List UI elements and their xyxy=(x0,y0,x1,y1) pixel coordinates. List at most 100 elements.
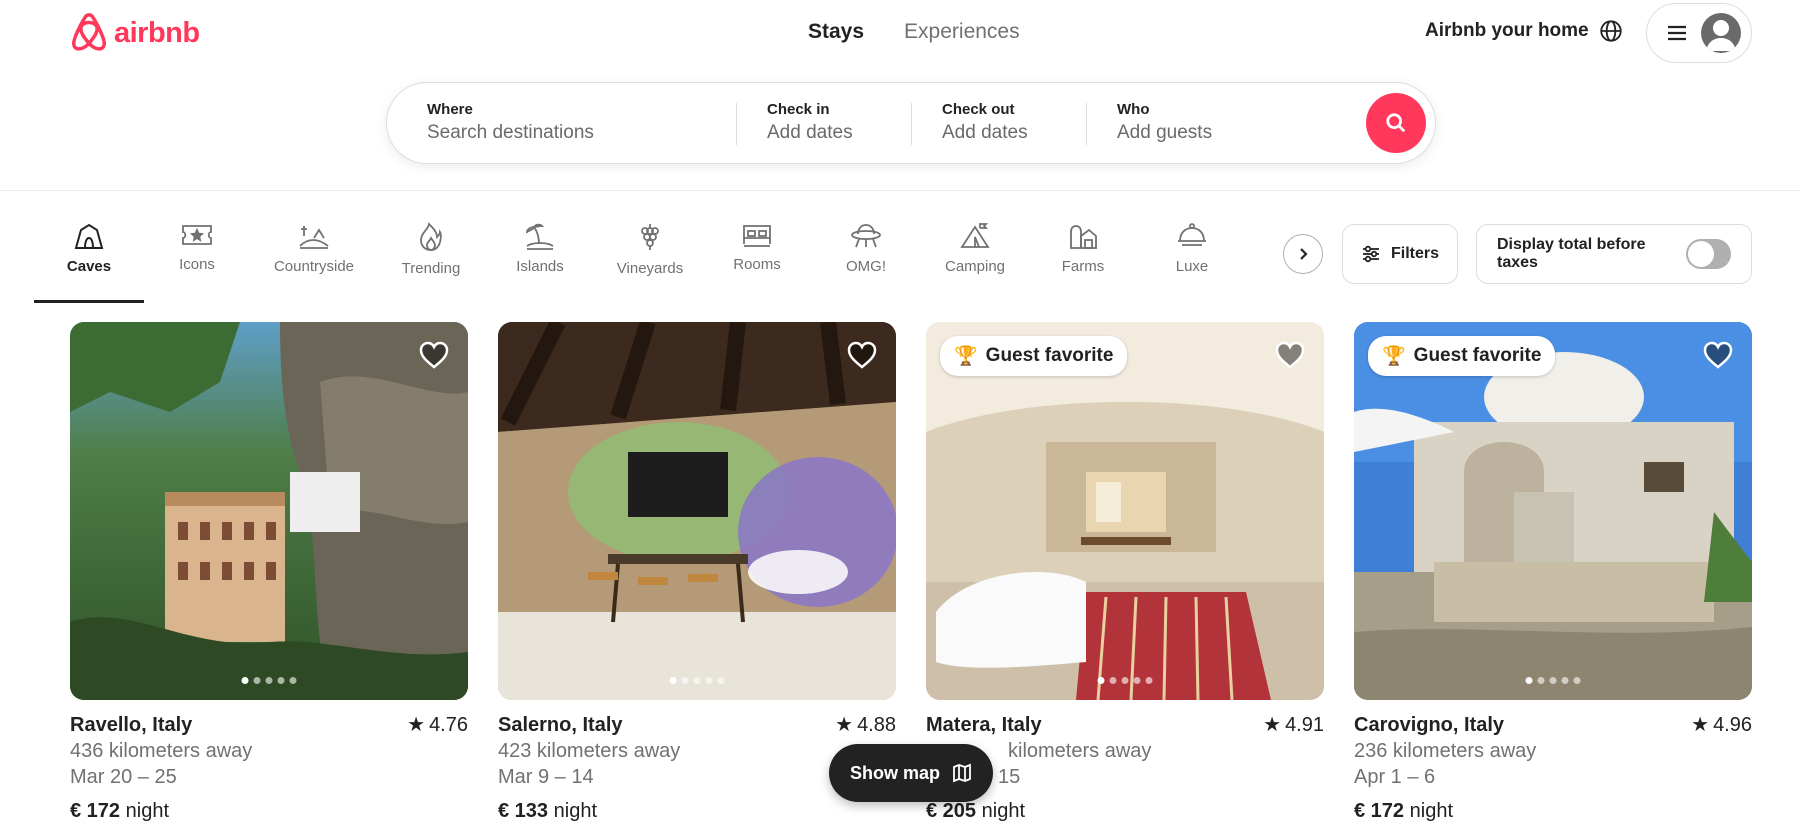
listing-dates: Mar 20 – 25 xyxy=(70,766,177,788)
wishlist-heart-icon[interactable] xyxy=(418,340,450,370)
category-camping[interactable]: Camping xyxy=(920,222,1030,275)
category-label: Farms xyxy=(1061,258,1105,275)
checkin-input[interactable]: Add dates xyxy=(767,122,917,144)
airbnb-your-home-link[interactable]: Airbnb your home xyxy=(1425,20,1589,42)
category-label: Icons xyxy=(179,256,215,273)
listing-distance: 436 kilometers away xyxy=(70,740,253,762)
barn-icon xyxy=(1070,225,1097,249)
who-input[interactable]: Add guests xyxy=(1117,122,1317,144)
photo-pagination xyxy=(1525,677,1581,684)
checkin-label: Check in xyxy=(767,101,830,118)
listing-photo[interactable] xyxy=(70,322,468,700)
photo-pagination xyxy=(669,677,725,684)
cloche-icon xyxy=(1178,223,1206,246)
countryside-icon xyxy=(299,226,329,249)
listing-distance: 236 kilometers away xyxy=(1354,740,1537,762)
checkout-input[interactable]: Add dates xyxy=(942,122,1092,144)
category-vineyards[interactable]: Vineyards xyxy=(595,222,705,277)
price-amount: € 172 xyxy=(1354,800,1405,822)
map-icon xyxy=(953,763,971,783)
listing-card[interactable]: 🏆 Guest favorite Carovigno, Italy ★ 4.96… xyxy=(1354,322,1752,824)
listing-image xyxy=(70,322,468,700)
listing-rating: ★ 4.76 xyxy=(407,712,468,738)
category-label: Trending xyxy=(401,260,461,277)
where-label: Where xyxy=(427,101,473,118)
filters-label: Filters xyxy=(1390,245,1439,262)
category-next-button[interactable] xyxy=(1283,234,1323,274)
who-label: Who xyxy=(1117,101,1150,118)
tab-experiences[interactable]: Experiences xyxy=(904,18,1020,46)
star-icon: ★ xyxy=(1691,714,1710,736)
price-amount: € 133 xyxy=(498,800,549,822)
search-divider xyxy=(736,103,737,145)
listing-photo[interactable] xyxy=(498,322,896,700)
guest-favorite-badge: 🏆 Guest favorite xyxy=(1368,336,1556,376)
category-label: OMG! xyxy=(846,258,886,275)
listing-price: € 133 night xyxy=(498,798,896,824)
price-amount: € 172 xyxy=(70,800,121,822)
category-omg[interactable]: OMG! xyxy=(811,222,921,275)
filters-button[interactable]: Filters xyxy=(1342,224,1458,284)
price-amount: € 205 xyxy=(926,800,977,822)
category-label: Luxe xyxy=(1175,258,1209,275)
hamburger-icon xyxy=(1668,25,1686,41)
chevron-right-icon xyxy=(1300,248,1308,260)
category-caves[interactable]: Caves xyxy=(34,222,144,303)
cave-icon xyxy=(74,223,104,249)
listing-photo[interactable]: 🏆 Guest favorite xyxy=(1354,322,1752,700)
airbnb-logo[interactable]: airbnb xyxy=(70,12,200,54)
where-field[interactable]: Where Search destinations xyxy=(427,101,727,144)
checkout-field[interactable]: Check out Add dates xyxy=(942,101,1092,144)
listing-card[interactable]: Salerno, Italy ★ 4.88 423 kilometers awa… xyxy=(498,322,896,824)
listing-rating: ★ 4.96 xyxy=(1691,712,1752,738)
star-icon: ★ xyxy=(407,714,426,736)
globe-icon[interactable] xyxy=(1598,18,1624,44)
listing-dates: Apr 1 – 6 xyxy=(1354,766,1436,788)
badge-label: Guest favorite xyxy=(985,345,1114,366)
wishlist-heart-icon[interactable] xyxy=(1702,340,1734,370)
category-label: Rooms xyxy=(733,256,781,273)
listing-card[interactable]: 🏆 Guest favorite Matera, Italy ★ 4.91 ki… xyxy=(926,322,1324,824)
price-unit: night xyxy=(553,800,597,822)
photo-pagination xyxy=(1097,677,1153,684)
listing-info: Carovigno, Italy ★ 4.96 236 kilometers a… xyxy=(1354,712,1752,824)
category-icons[interactable]: Icons xyxy=(142,222,252,273)
search-button[interactable] xyxy=(1366,93,1426,153)
checkin-field[interactable]: Check in Add dates xyxy=(767,101,917,144)
category-countryside[interactable]: Countryside xyxy=(259,222,369,275)
user-avatar-icon xyxy=(1701,13,1741,53)
category-islands[interactable]: Islands xyxy=(485,222,595,275)
price-unit: night xyxy=(981,800,1025,822)
display-total-toggle[interactable]: Display total before taxes xyxy=(1476,224,1752,284)
guest-favorite-badge: 🏆 Guest favorite xyxy=(940,336,1128,376)
toggle-switch[interactable] xyxy=(1686,239,1731,269)
who-field[interactable]: Who Add guests xyxy=(1117,101,1317,144)
where-input[interactable]: Search destinations xyxy=(427,122,727,144)
grapes-icon xyxy=(641,224,659,250)
logo-wordmark: airbnb xyxy=(114,16,200,49)
wishlist-heart-icon[interactable] xyxy=(846,340,878,370)
listing-card[interactable]: Ravello, Italy ★ 4.76 436 kilometers awa… xyxy=(70,322,468,824)
category-luxe[interactable]: Luxe xyxy=(1137,222,1247,275)
top-header: airbnb Stays Experiences Airbnb your hom… xyxy=(0,0,1800,191)
category-farms[interactable]: Farms xyxy=(1028,222,1138,275)
tab-stays[interactable]: Stays xyxy=(808,18,864,46)
profile-menu-button[interactable] xyxy=(1646,3,1752,63)
listing-photo[interactable]: 🏆 Guest favorite xyxy=(926,322,1324,700)
price-unit: night xyxy=(1409,800,1453,822)
category-trending[interactable]: Trending xyxy=(376,222,486,277)
category-rooms[interactable]: Rooms xyxy=(702,222,812,273)
show-map-label: Show map xyxy=(849,762,940,783)
tent-icon xyxy=(960,223,990,248)
trophy-icon: 🏆 xyxy=(1382,346,1406,367)
wishlist-heart-icon[interactable] xyxy=(1274,340,1306,370)
ticket-star-icon xyxy=(182,225,212,245)
listing-rating: ★ 4.91 xyxy=(1263,712,1324,738)
show-map-button[interactable]: Show map xyxy=(829,744,993,802)
checkout-label: Check out xyxy=(942,101,1015,118)
price-unit: night xyxy=(125,800,169,822)
star-icon: ★ xyxy=(835,714,854,736)
badge-label: Guest favorite xyxy=(1413,345,1542,366)
star-icon: ★ xyxy=(1263,714,1282,736)
category-label: Vineyards xyxy=(616,260,684,277)
